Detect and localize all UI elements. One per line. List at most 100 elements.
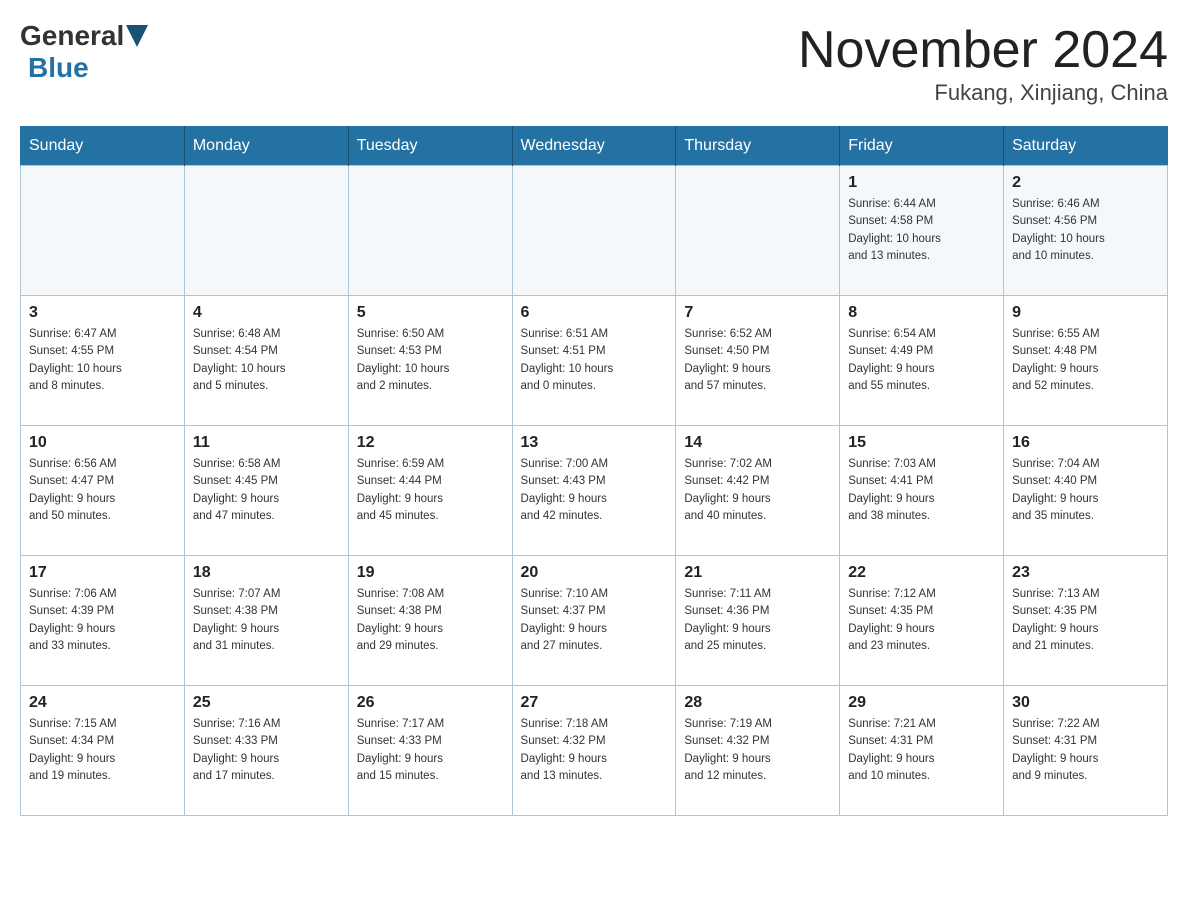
- logo-arrow-icon: [126, 25, 148, 47]
- calendar-week-row: 1Sunrise: 6:44 AM Sunset: 4:58 PM Daylig…: [21, 166, 1168, 296]
- day-number: 13: [521, 434, 668, 452]
- day-info: Sunrise: 6:58 AM Sunset: 4:45 PM Dayligh…: [193, 456, 340, 525]
- logo: General Blue: [20, 20, 148, 84]
- day-number: 17: [29, 564, 176, 582]
- day-info: Sunrise: 7:13 AM Sunset: 4:35 PM Dayligh…: [1012, 586, 1159, 655]
- calendar-cell: 7 Sunrise: 6:52 AM Sunset: 4:50 PM Daylig…: [676, 296, 840, 426]
- calendar-cell: 15 Sunrise: 7:03 AM Sunset: 4:41 PM Dayli…: [840, 426, 1004, 556]
- day-info: Sunrise: 7:15 AM Sunset: 4:34 PM Dayligh…: [29, 716, 176, 785]
- day-info: Sunrise: 7:00 AM Sunset: 4:43 PM Dayligh…: [521, 456, 668, 525]
- day-info: Sunrise: 7:12 AM Sunset: 4:35 PM Dayligh…: [848, 586, 995, 655]
- day-info: Sunrise: 7:03 AM Sunset: 4:41 PM Dayligh…: [848, 456, 995, 525]
- day-number: 5: [357, 304, 504, 322]
- calendar-cell: 1Sunrise: 6:44 AM Sunset: 4:58 PM Daylig…: [840, 166, 1004, 296]
- day-number: 16: [1012, 434, 1159, 452]
- calendar-table: SundayMondayTuesdayWednesdayThursdayFrid…: [20, 126, 1168, 816]
- day-info: Sunrise: 7:18 AM Sunset: 4:32 PM Dayligh…: [521, 716, 668, 785]
- day-number: 21: [684, 564, 831, 582]
- calendar-cell: 3 Sunrise: 6:47 AM Sunset: 4:55 PM Daylig…: [21, 296, 185, 426]
- calendar-cell: 28 Sunrise: 7:19 AM Sunset: 4:32 PM Dayli…: [676, 686, 840, 816]
- calendar-cell: 8Sunrise: 6:54 AM Sunset: 4:49 PM Daylig…: [840, 296, 1004, 426]
- calendar-week-row: 3 Sunrise: 6:47 AM Sunset: 4:55 PM Daylig…: [21, 296, 1168, 426]
- day-number: 24: [29, 694, 176, 712]
- day-info: Sunrise: 6:48 AM Sunset: 4:54 PM Dayligh…: [193, 326, 340, 395]
- day-info: Sunrise: 6:46 AM Sunset: 4:56 PM Dayligh…: [1012, 196, 1159, 265]
- weekday-header-sunday: Sunday: [21, 127, 185, 166]
- calendar-week-row: 10 Sunrise: 6:56 AM Sunset: 4:47 PM Dayli…: [21, 426, 1168, 556]
- month-title: November 2024: [798, 20, 1168, 80]
- weekday-header-row: SundayMondayTuesdayWednesdayThursdayFrid…: [21, 127, 1168, 166]
- day-number: 20: [521, 564, 668, 582]
- weekday-header-monday: Monday: [184, 127, 348, 166]
- day-number: 3: [29, 304, 176, 322]
- day-info: Sunrise: 6:51 AM Sunset: 4:51 PM Dayligh…: [521, 326, 668, 395]
- calendar-cell: 6 Sunrise: 6:51 AM Sunset: 4:51 PM Daylig…: [512, 296, 676, 426]
- day-number: 26: [357, 694, 504, 712]
- day-number: 11: [193, 434, 340, 452]
- calendar-week-row: 17 Sunrise: 7:06 AM Sunset: 4:39 PM Dayli…: [21, 556, 1168, 686]
- calendar-cell: 4 Sunrise: 6:48 AM Sunset: 4:54 PM Daylig…: [184, 296, 348, 426]
- day-number: 29: [848, 694, 995, 712]
- day-info: Sunrise: 6:44 AM Sunset: 4:58 PM Dayligh…: [848, 196, 995, 265]
- calendar-cell: 5 Sunrise: 6:50 AM Sunset: 4:53 PM Daylig…: [348, 296, 512, 426]
- day-number: 8: [848, 304, 995, 322]
- day-info: Sunrise: 6:56 AM Sunset: 4:47 PM Dayligh…: [29, 456, 176, 525]
- calendar-cell: 29Sunrise: 7:21 AM Sunset: 4:31 PM Dayli…: [840, 686, 1004, 816]
- calendar-cell: 13 Sunrise: 7:00 AM Sunset: 4:43 PM Dayli…: [512, 426, 676, 556]
- day-info: Sunrise: 7:17 AM Sunset: 4:33 PM Dayligh…: [357, 716, 504, 785]
- day-number: 14: [684, 434, 831, 452]
- day-number: 15: [848, 434, 995, 452]
- day-number: 12: [357, 434, 504, 452]
- day-info: Sunrise: 6:50 AM Sunset: 4:53 PM Dayligh…: [357, 326, 504, 395]
- logo-general-text: General: [20, 20, 124, 52]
- calendar-cell: 14 Sunrise: 7:02 AM Sunset: 4:42 PM Dayli…: [676, 426, 840, 556]
- calendar-cell: [512, 166, 676, 296]
- calendar-cell: [676, 166, 840, 296]
- day-info: Sunrise: 7:08 AM Sunset: 4:38 PM Dayligh…: [357, 586, 504, 655]
- calendar-week-row: 24 Sunrise: 7:15 AM Sunset: 4:34 PM Dayli…: [21, 686, 1168, 816]
- day-number: 19: [357, 564, 504, 582]
- day-info: Sunrise: 7:04 AM Sunset: 4:40 PM Dayligh…: [1012, 456, 1159, 525]
- day-info: Sunrise: 7:11 AM Sunset: 4:36 PM Dayligh…: [684, 586, 831, 655]
- day-info: Sunrise: 7:10 AM Sunset: 4:37 PM Dayligh…: [521, 586, 668, 655]
- calendar-cell: 9Sunrise: 6:55 AM Sunset: 4:48 PM Daylig…: [1004, 296, 1168, 426]
- day-info: Sunrise: 7:19 AM Sunset: 4:32 PM Dayligh…: [684, 716, 831, 785]
- calendar-cell: 11 Sunrise: 6:58 AM Sunset: 4:45 PM Dayli…: [184, 426, 348, 556]
- calendar-cell: 26 Sunrise: 7:17 AM Sunset: 4:33 PM Dayli…: [348, 686, 512, 816]
- calendar-cell: 22 Sunrise: 7:12 AM Sunset: 4:35 PM Dayli…: [840, 556, 1004, 686]
- location-subtitle: Fukang, Xinjiang, China: [798, 80, 1168, 106]
- calendar-cell: 17 Sunrise: 7:06 AM Sunset: 4:39 PM Dayli…: [21, 556, 185, 686]
- day-number: 22: [848, 564, 995, 582]
- title-section: November 2024 Fukang, Xinjiang, China: [798, 20, 1168, 106]
- day-number: 27: [521, 694, 668, 712]
- calendar-cell: 21 Sunrise: 7:11 AM Sunset: 4:36 PM Dayli…: [676, 556, 840, 686]
- calendar-cell: 2 Sunrise: 6:46 AM Sunset: 4:56 PM Daylig…: [1004, 166, 1168, 296]
- calendar-cell: 24 Sunrise: 7:15 AM Sunset: 4:34 PM Dayli…: [21, 686, 185, 816]
- calendar-cell: 16 Sunrise: 7:04 AM Sunset: 4:40 PM Dayli…: [1004, 426, 1168, 556]
- calendar-cell: 10 Sunrise: 6:56 AM Sunset: 4:47 PM Dayli…: [21, 426, 185, 556]
- day-info: Sunrise: 7:02 AM Sunset: 4:42 PM Dayligh…: [684, 456, 831, 525]
- day-info: Sunrise: 7:22 AM Sunset: 4:31 PM Dayligh…: [1012, 716, 1159, 785]
- calendar-cell: 27 Sunrise: 7:18 AM Sunset: 4:32 PM Dayli…: [512, 686, 676, 816]
- calendar-cell: 23 Sunrise: 7:13 AM Sunset: 4:35 PM Dayli…: [1004, 556, 1168, 686]
- day-number: 4: [193, 304, 340, 322]
- logo-blue-text: Blue: [28, 52, 89, 83]
- day-number: 28: [684, 694, 831, 712]
- day-info: Sunrise: 6:52 AM Sunset: 4:50 PM Dayligh…: [684, 326, 831, 395]
- day-number: 7: [684, 304, 831, 322]
- calendar-cell: 19 Sunrise: 7:08 AM Sunset: 4:38 PM Dayli…: [348, 556, 512, 686]
- calendar-cell: 18Sunrise: 7:07 AM Sunset: 4:38 PM Dayli…: [184, 556, 348, 686]
- day-info: Sunrise: 7:16 AM Sunset: 4:33 PM Dayligh…: [193, 716, 340, 785]
- day-number: 6: [521, 304, 668, 322]
- day-number: 25: [193, 694, 340, 712]
- day-info: Sunrise: 6:55 AM Sunset: 4:48 PM Dayligh…: [1012, 326, 1159, 395]
- calendar-cell: 30Sunrise: 7:22 AM Sunset: 4:31 PM Dayli…: [1004, 686, 1168, 816]
- calendar-cell: 20 Sunrise: 7:10 AM Sunset: 4:37 PM Dayli…: [512, 556, 676, 686]
- day-info: Sunrise: 6:47 AM Sunset: 4:55 PM Dayligh…: [29, 326, 176, 395]
- calendar-cell: 12Sunrise: 6:59 AM Sunset: 4:44 PM Dayli…: [348, 426, 512, 556]
- day-info: Sunrise: 7:06 AM Sunset: 4:39 PM Dayligh…: [29, 586, 176, 655]
- day-number: 10: [29, 434, 176, 452]
- day-number: 23: [1012, 564, 1159, 582]
- day-number: 2: [1012, 174, 1159, 192]
- weekday-header-friday: Friday: [840, 127, 1004, 166]
